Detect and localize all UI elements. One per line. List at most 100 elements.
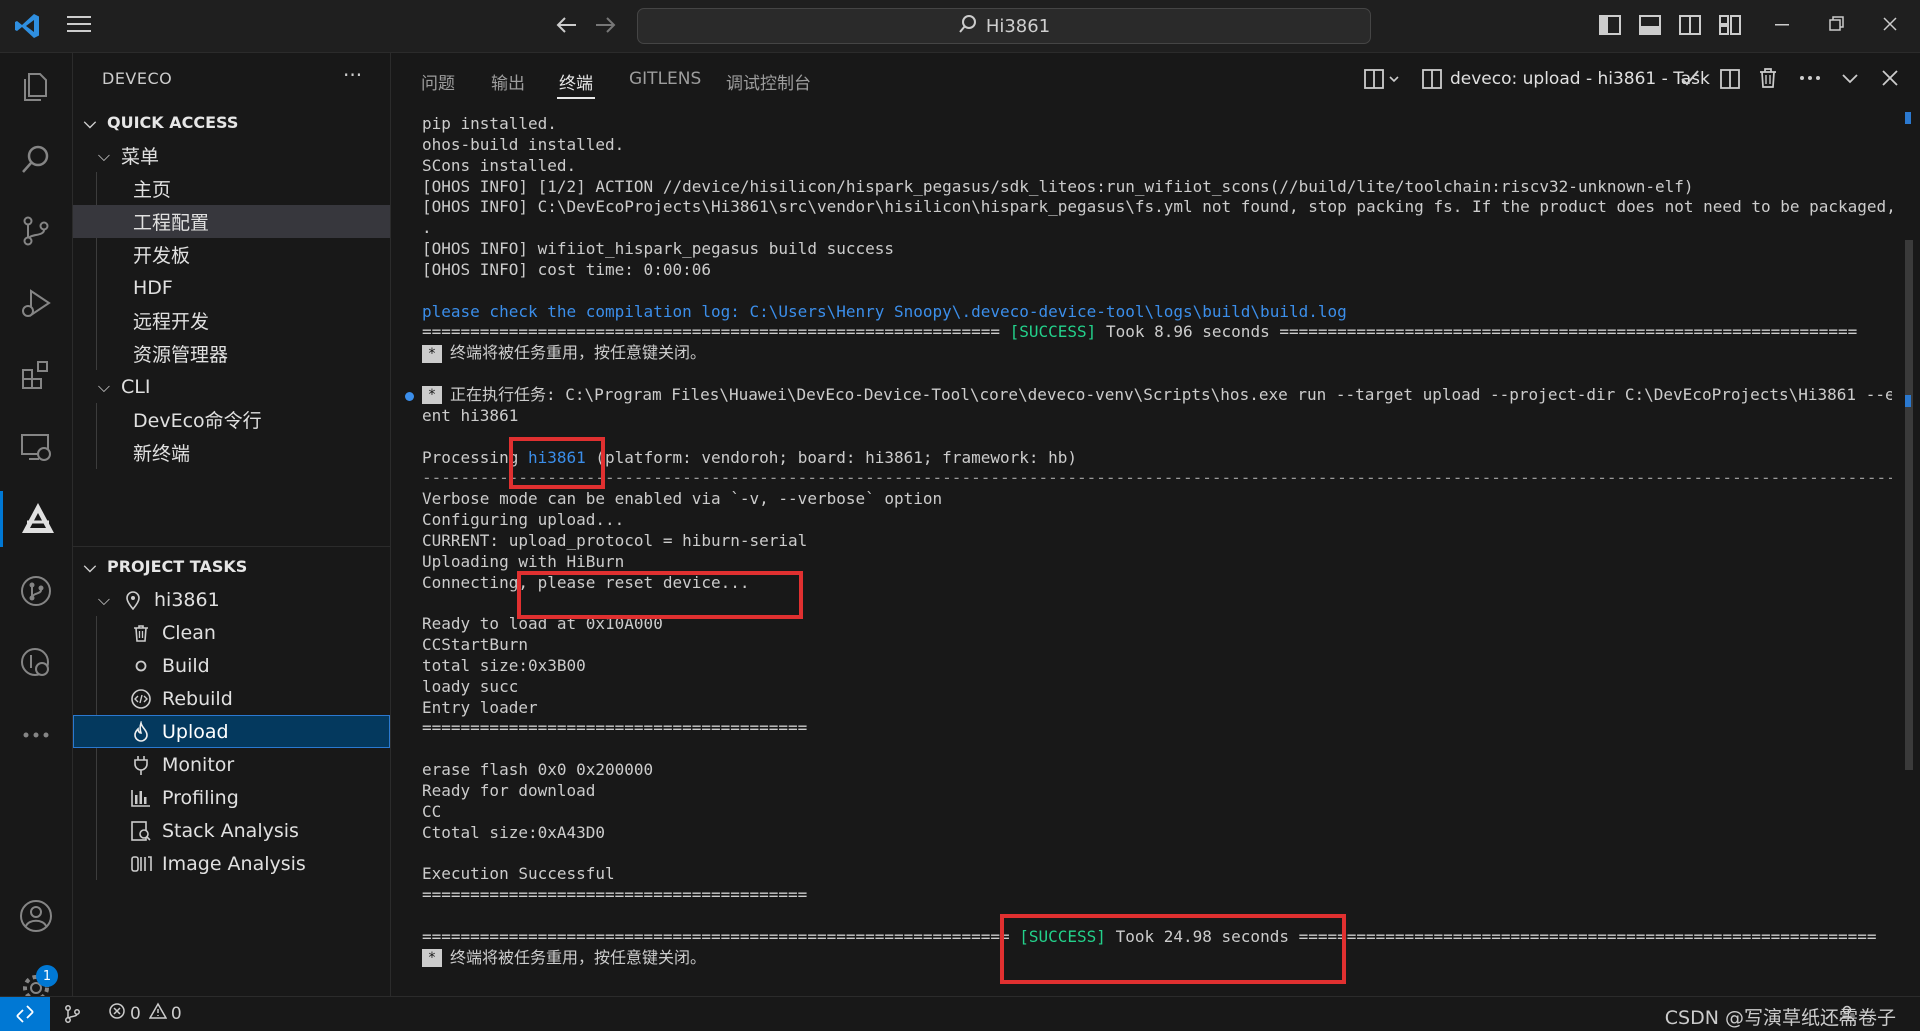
split-terminal-dropdown-icon[interactable] xyxy=(1363,67,1403,91)
chevron-down-icon: ⌵ xyxy=(83,112,97,132)
terminal-line: CC xyxy=(422,801,442,821)
menu-icon[interactable] xyxy=(66,13,92,35)
terminal-line: SCons installed. xyxy=(422,155,577,175)
settings-badge: 1 xyxy=(36,965,58,987)
terminal-line-separator: ----------------------------------------… xyxy=(422,468,1892,488)
task-clean[interactable]: Clean xyxy=(73,616,390,649)
sidebar-title: DEVECO xyxy=(102,69,173,88)
remote-icon xyxy=(16,1005,34,1023)
stack-analysis-icon xyxy=(129,819,153,843)
tab-gitlens[interactable]: GITLENS xyxy=(629,69,701,89)
deveco-icon[interactable] xyxy=(0,491,72,547)
tab-debug-console[interactable]: 调试控制台 xyxy=(726,69,811,94)
terminal-line: . xyxy=(422,218,432,238)
more-actions-icon[interactable] xyxy=(1798,67,1822,89)
task-profiling[interactable]: Profiling xyxy=(73,781,390,814)
extensions-icon[interactable] xyxy=(0,347,72,403)
terminal-line-separator: ======================================== xyxy=(422,718,808,738)
title-bar: Hi3861 xyxy=(0,0,1920,53)
command-decoration-dot[interactable] xyxy=(405,392,414,401)
asterisk-icon: * xyxy=(422,386,442,405)
terminal-line: CURRENT: upload_protocol = hiburn-serial xyxy=(422,530,808,550)
watermark-text: CSDN @写演草纸还需卷子 xyxy=(1664,1007,1896,1029)
restore-icon[interactable] xyxy=(1826,14,1846,34)
chevron-down-icon: ⌵ xyxy=(97,589,111,609)
section-quick-access[interactable]: ⌵ QUICK ACCESS xyxy=(73,106,390,139)
task-image-analysis[interactable]: Image Analysis xyxy=(73,847,390,880)
terminal-line: Execution Successful xyxy=(422,864,615,884)
source-control-icon[interactable] xyxy=(0,203,72,259)
forward-arrow-icon[interactable] xyxy=(593,14,617,36)
remote-explorer-icon[interactable] xyxy=(0,419,72,475)
terminal-line-reuse-1: * 终端将被任务重用，按任意键关闭。 xyxy=(422,343,1892,364)
terminal-line-success-1: ========================================… xyxy=(422,322,1858,342)
terminal-scrollbar[interactable] xyxy=(1905,240,1913,770)
warning-count: 0 xyxy=(170,1003,182,1024)
problems-counter[interactable]: 0 0 xyxy=(108,1002,182,1025)
git-graph-icon[interactable] xyxy=(0,563,72,619)
run-debug-icon[interactable] xyxy=(0,275,72,331)
tree-item-menu[interactable]: ⌵ 菜单 xyxy=(73,139,390,172)
terminal-line-separator: ======================================== xyxy=(422,885,808,905)
status-bar: 0 0 CSDN @写演草纸还需卷子 xyxy=(0,996,1920,1031)
highlight-box-target xyxy=(509,437,605,489)
gitlens-inspect-icon[interactable] xyxy=(0,635,72,691)
tab-problems[interactable]: 问题 xyxy=(421,69,455,94)
terminal-line: CCStartBurn xyxy=(422,635,528,655)
menu-item-remote-dev[interactable]: 远程开发 xyxy=(73,304,390,337)
rebuild-icon xyxy=(129,687,153,711)
terminal-task-label[interactable]: deveco: upload - hi3861 - Task xyxy=(1450,69,1710,89)
search-icon[interactable] xyxy=(0,131,72,187)
explorer-icon[interactable] xyxy=(0,59,72,115)
close-icon[interactable] xyxy=(1880,14,1900,34)
terminal-line-log-path[interactable]: please check the compilation log: C:\Use… xyxy=(422,302,1892,323)
tab-terminal[interactable]: 终端 xyxy=(559,69,593,94)
terminal-line: pip installed. xyxy=(422,114,557,133)
git-branch-icon[interactable] xyxy=(62,1004,82,1029)
collapse-panel-chevron-icon[interactable] xyxy=(1839,67,1861,89)
terminal-line-processing: Processing hi3861 (platform: vendoroh; b… xyxy=(422,447,1078,467)
sidebar-more-icon[interactable]: ··· xyxy=(343,63,362,87)
toggle-sidebar-icon[interactable] xyxy=(1598,13,1622,37)
error-icon xyxy=(108,1002,126,1025)
menu-item-project-config[interactable]: 工程配置 xyxy=(73,205,390,238)
chevron-down-icon: ⌵ xyxy=(83,556,97,576)
menu-item-dev-board[interactable]: 开发板 xyxy=(73,238,390,271)
section-project-tasks[interactable]: ⌵ PROJECT TASKS xyxy=(73,550,390,583)
terminal-line: [OHOS INFO] cost time: 0:00:06 xyxy=(422,259,711,279)
menu-item-hdf[interactable]: HDF xyxy=(73,271,390,304)
menu-item-home[interactable]: 主页 xyxy=(73,172,390,205)
asterisk-icon: * xyxy=(422,949,442,968)
toggle-panel-icon[interactable] xyxy=(1638,13,1662,37)
task-build[interactable]: Build xyxy=(73,649,390,682)
minimize-icon[interactable] xyxy=(1772,14,1792,34)
circle-icon xyxy=(129,654,153,678)
error-count: 0 xyxy=(130,1003,141,1024)
close-panel-icon[interactable] xyxy=(1879,67,1901,89)
command-center-search[interactable]: Hi3861 xyxy=(637,8,1371,44)
trash-icon xyxy=(129,621,153,645)
task-rebuild[interactable]: Rebuild xyxy=(73,682,390,715)
toggle-secondary-sidebar-icon[interactable] xyxy=(1678,13,1702,37)
cli-item-new-terminal[interactable]: 新终端 xyxy=(73,436,390,469)
more-icon[interactable] xyxy=(0,707,72,763)
task-monitor[interactable]: Monitor xyxy=(73,748,390,781)
accounts-icon[interactable] xyxy=(0,888,72,944)
task-upload[interactable]: Upload xyxy=(73,715,390,748)
remote-indicator[interactable] xyxy=(0,997,50,1031)
split-terminal-icon[interactable] xyxy=(1719,67,1743,91)
menu-item-resource-manager[interactable]: 资源管理器 xyxy=(73,337,390,370)
location-pin-icon xyxy=(121,588,145,612)
back-arrow-icon[interactable] xyxy=(555,14,579,36)
customize-layout-icon[interactable] xyxy=(1718,13,1742,37)
tree-item-cli[interactable]: ⌵ CLI xyxy=(73,370,390,403)
cli-item-deveco-cmd[interactable]: DevEco命令行 xyxy=(73,403,390,436)
kill-terminal-trash-icon[interactable] xyxy=(1757,67,1779,89)
terminal-line: [OHOS INFO] C:\DevEcoProjects\Hi3861\src… xyxy=(422,197,1892,217)
tab-output[interactable]: 输出 xyxy=(491,69,525,94)
task-stack-analysis[interactable]: Stack Analysis xyxy=(73,814,390,847)
terminal-output[interactable]: pip installed. ohos-build installed. SCo… xyxy=(422,114,1892,969)
project-item-hi3861[interactable]: ⌵ hi3861 xyxy=(73,583,390,616)
